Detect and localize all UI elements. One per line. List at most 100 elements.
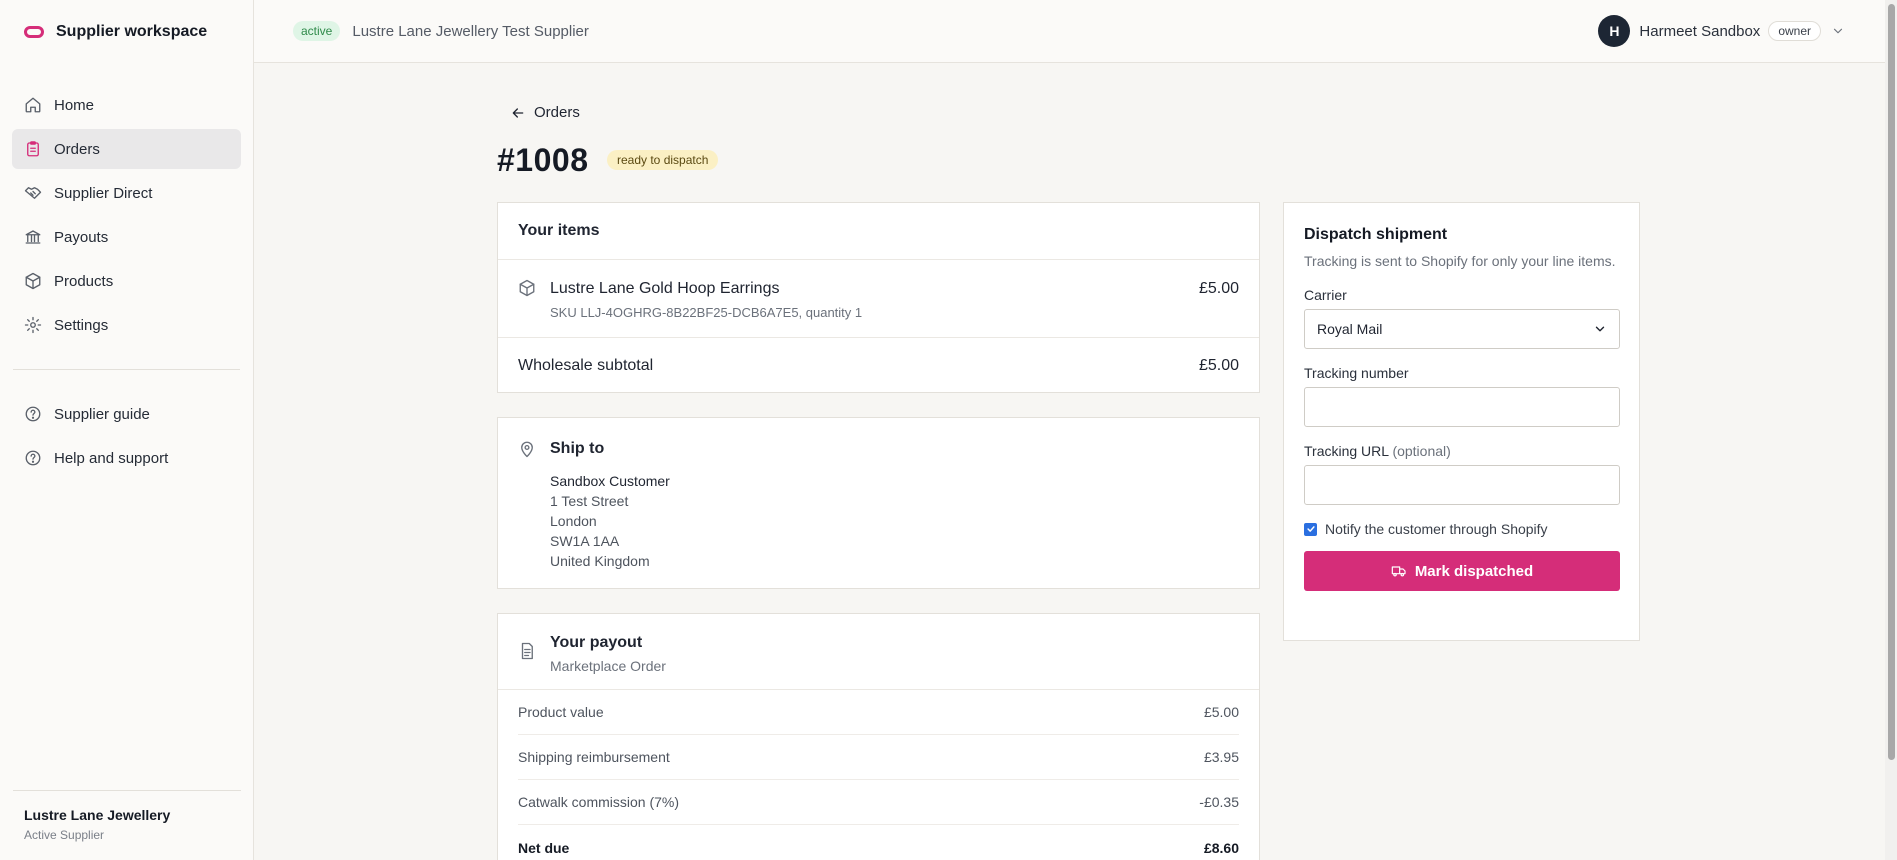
payout-row-label: Product value <box>518 704 604 720</box>
supplier-role: Active Supplier <box>24 828 105 842</box>
sidebar: Supplier workspace Home Orders Supplier … <box>0 0 254 860</box>
supplier-name: Lustre Lane Jewellery <box>24 807 171 823</box>
tracking-url-label-row: Tracking URL (optional) <box>1304 443 1619 459</box>
table-row: Product value £5.00 <box>518 690 1239 735</box>
sidebar-item-help-and-support[interactable]: Help and support <box>12 438 241 478</box>
payout-row-label: Catwalk commission (7%) <box>518 794 680 810</box>
sidebar-item-payouts[interactable]: Payouts <box>12 217 241 257</box>
sidebar-footer-divider <box>13 790 241 791</box>
sidebar-item-products[interactable]: Products <box>12 261 241 301</box>
top-header: active Lustre Lane Jewellery Test Suppli… <box>254 0 1897 63</box>
back-to-orders-link[interactable]: Orders <box>510 104 580 121</box>
brand[interactable]: Supplier workspace <box>0 0 253 63</box>
bank-icon <box>24 228 42 246</box>
payout-title: Your payout <box>550 634 643 651</box>
subtotal-label: Wholesale subtotal <box>518 357 654 374</box>
notify-customer-label: Notify the customer through Shopify <box>1325 521 1548 537</box>
payout-card: Your payout Marketplace Order Product va… <box>497 613 1260 860</box>
subtotal-value: £5.00 <box>1198 357 1239 374</box>
item-sku: SKU LLJ-4OGHRG-8B22BF25-DCB6A7E5, quanti… <box>550 305 863 320</box>
mark-dispatched-label: Mark dispatched <box>1414 562 1534 580</box>
sidebar-footer[interactable]: Lustre Lane Jewellery Active Supplier <box>0 790 254 860</box>
help-circle-icon <box>24 405 42 423</box>
sidebar-secondary-nav: Supplier guide Help and support <box>0 394 253 478</box>
net-due-row: Net due £8.60 <box>518 825 1239 860</box>
item-name: Lustre Lane Gold Hoop Earrings <box>550 280 780 297</box>
notify-customer-checkbox[interactable] <box>1304 522 1317 536</box>
payout-row-label: Shipping reimbursement <box>518 749 670 765</box>
receipt-icon <box>521 642 533 660</box>
dispatch-shipment-card: Dispatch shipment Tracking is sent to Sh… <box>1283 202 1640 641</box>
dispatch-description: Tracking is sent to Shopify for only you… <box>1304 253 1616 269</box>
address-line: 1 Test Street <box>550 493 629 509</box>
carrier-selected-value: Royal Mail <box>1317 321 1383 337</box>
net-due-label: Net due <box>518 839 570 856</box>
items-card-title: Your items <box>498 203 1259 260</box>
address-line: Sandbox Customer <box>550 473 670 489</box>
sidebar-item-label: Payouts <box>54 228 109 246</box>
truck-icon <box>1391 566 1406 577</box>
page-scrollbar[interactable] <box>1885 0 1897 860</box>
sidebar-item-label: Supplier Direct <box>54 184 153 202</box>
table-row: Catwalk commission (7%) -£0.35 <box>518 780 1239 825</box>
user-name: Harmeet Sandbox <box>1639 22 1761 40</box>
sidebar-item-supplier-guide[interactable]: Supplier guide <box>12 394 241 434</box>
sidebar-item-supplier-direct[interactable]: Supplier Direct <box>12 173 241 213</box>
sidebar-item-settings[interactable]: Settings <box>12 305 241 345</box>
sidebar-item-home[interactable]: Home <box>12 85 241 125</box>
tracking-url-label: Tracking URL <box>1304 443 1389 459</box>
ship-to-title: Ship to <box>550 440 605 457</box>
sidebar-item-label: Supplier guide <box>54 405 150 423</box>
address-line: London <box>550 513 597 529</box>
carrier-select[interactable]: Royal Mail <box>1304 309 1620 349</box>
table-row: Shipping reimbursement £3.95 <box>518 735 1239 780</box>
check-icon <box>1306 526 1315 532</box>
mark-dispatched-button[interactable]: Mark dispatched <box>1304 551 1620 591</box>
tracking-number-label: Tracking number <box>1304 365 1409 381</box>
map-pin-icon <box>521 441 533 458</box>
payout-row-value: £5.00 <box>1203 704 1239 720</box>
gear-icon <box>24 316 42 334</box>
tracking-url-input[interactable] <box>1304 465 1620 505</box>
net-due-value: £8.60 <box>1203 839 1239 856</box>
help-circle-icon <box>24 449 42 467</box>
item-price: £5.00 <box>1198 280 1239 297</box>
sidebar-item-label: Help and support <box>54 449 169 467</box>
page-title: #1008 <box>497 142 589 178</box>
clipboard-icon <box>24 140 42 158</box>
box-icon <box>519 279 535 297</box>
chevron-down-icon <box>1833 28 1843 34</box>
payout-row-value: £3.95 <box>1203 749 1239 765</box>
header-supplier-name: Lustre Lane Jewellery Test Supplier <box>352 22 589 40</box>
supplier-status-badge: active <box>293 21 341 41</box>
payout-rows: Product value £5.00 Shipping reimburseme… <box>498 690 1259 860</box>
brand-name: Supplier workspace <box>56 22 208 40</box>
list-item: Lustre Lane Gold Hoop Earrings SKU LLJ-4… <box>498 260 1259 338</box>
sidebar-nav: Home Orders Supplier Direct Payouts Prod… <box>0 63 253 345</box>
payout-subtitle: Marketplace Order <box>550 658 666 674</box>
carrier-label: Carrier <box>1304 287 1347 303</box>
back-link-label: Orders <box>534 104 580 121</box>
order-status-badge: ready to dispatch <box>607 150 719 170</box>
scrollbar-thumb[interactable] <box>1888 4 1895 760</box>
ship-to-card: Ship to Sandbox Customer 1 Test Street L… <box>497 417 1260 589</box>
sidebar-item-orders[interactable]: Orders <box>12 129 241 169</box>
tracking-number-input[interactable] <box>1304 387 1620 427</box>
dispatch-title: Dispatch shipment <box>1304 226 1448 243</box>
address-line: United Kingdom <box>550 553 650 569</box>
sidebar-item-label: Settings <box>54 316 109 334</box>
items-card: Your items Lustre Lane Gold Hoop Earring… <box>497 202 1260 393</box>
tracking-url-optional: (optional) <box>1392 443 1451 459</box>
notify-customer-row[interactable]: Notify the customer through Shopify <box>1304 521 1619 537</box>
payout-header: Your payout Marketplace Order <box>498 614 1259 690</box>
sidebar-item-label: Orders <box>54 140 100 158</box>
handshake-icon <box>24 184 42 202</box>
sidebar-divider <box>13 369 240 370</box>
logo-icon <box>24 25 44 38</box>
home-icon <box>24 96 42 114</box>
sidebar-item-label: Home <box>54 96 95 114</box>
payout-row-value: -£0.35 <box>1199 794 1239 810</box>
ship-to-address: Sandbox Customer 1 Test Street London SW… <box>550 471 670 571</box>
arrow-left-icon <box>512 107 524 118</box>
user-menu[interactable]: H Harmeet Sandbox owner <box>1598 15 1845 47</box>
